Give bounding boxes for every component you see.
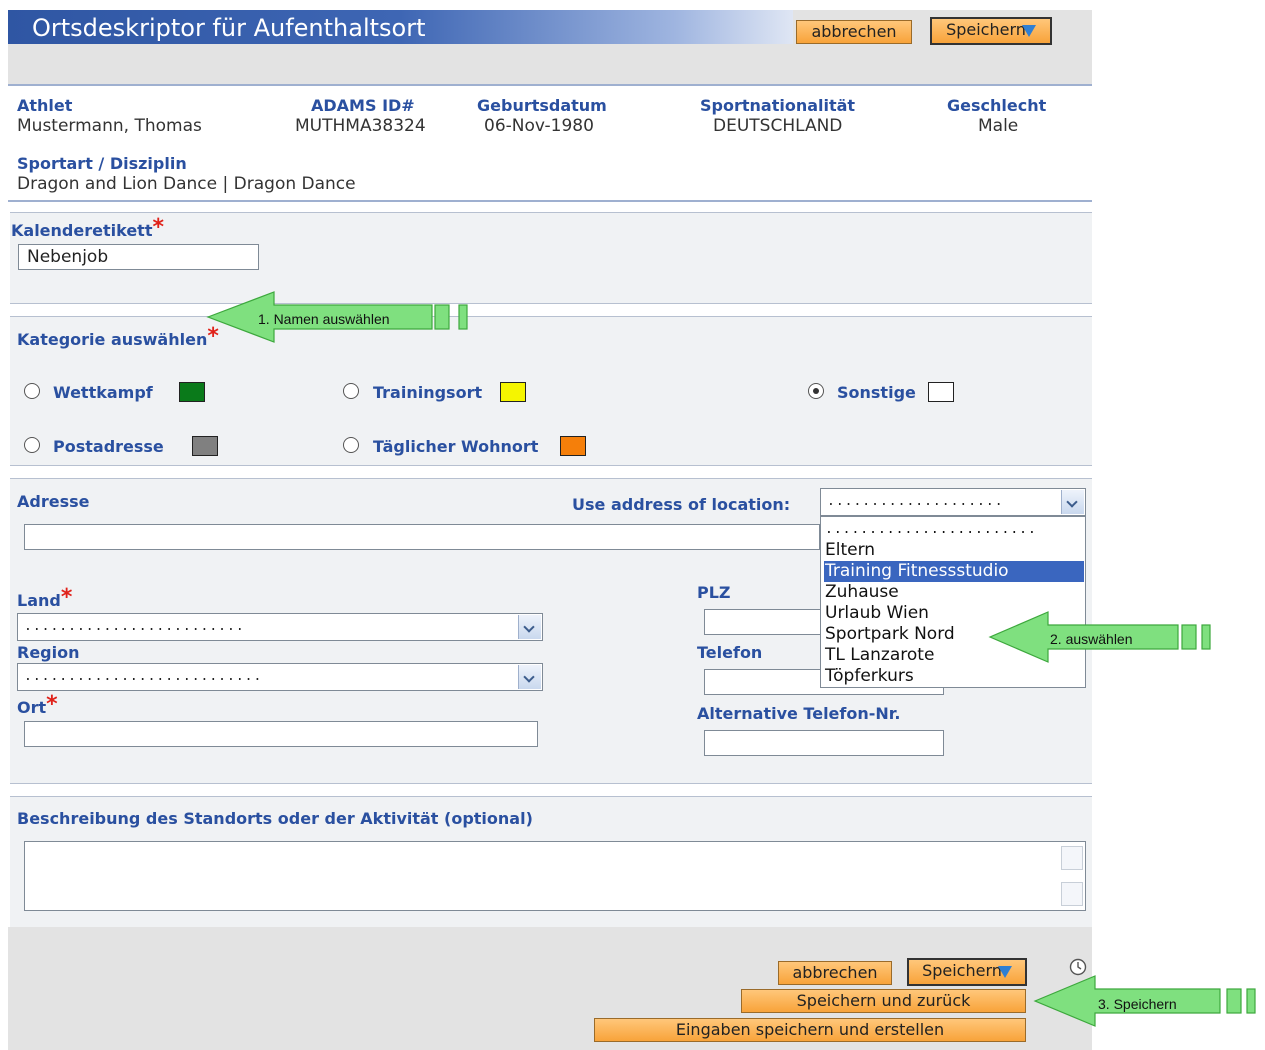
ort-input[interactable]: [24, 721, 538, 747]
adams-value: MUTHMA38324: [295, 116, 426, 136]
sport-value: Dragon and Lion Dance | Dragon Dance: [17, 174, 356, 194]
page-title: Ortsdeskriptor für Aufenthaltsort: [32, 14, 426, 42]
alt-telefon-label: Alternative Telefon-Nr.: [697, 704, 901, 723]
trainingsort-color-swatch: [500, 382, 526, 402]
chevron-down-icon[interactable]: [518, 665, 541, 689]
alt-telefon-input[interactable]: [704, 730, 944, 756]
trainingsort-label: Trainingsort: [373, 383, 483, 402]
plz-label: PLZ: [697, 583, 731, 602]
annotation-step-1: 1. Namen auswählen: [258, 311, 390, 327]
dropdown-option[interactable]: Eltern: [824, 540, 1084, 561]
postadresse-color-swatch: [192, 436, 218, 456]
postadresse-label: Postadresse: [53, 437, 164, 456]
wettkampf-label: Wettkampf: [53, 383, 153, 402]
radio-trainingsort[interactable]: [343, 383, 359, 399]
radio-wettkampf[interactable]: [24, 383, 40, 399]
category-label: Kategorie auswählen*: [17, 324, 219, 350]
taeglicher-wohnort-label: Täglicher Wohnort: [373, 437, 539, 456]
save-and-back-button[interactable]: Speichern und zurück: [741, 989, 1026, 1013]
radio-sonstige[interactable]: [808, 383, 824, 399]
sonstige-color-swatch: [928, 382, 954, 402]
calendar-label-input[interactable]: Nebenjob: [18, 244, 259, 270]
address-label: Adresse: [17, 492, 90, 511]
dropdown-option-selected[interactable]: Training Fitnessstudio: [824, 561, 1084, 582]
telefon-label: Telefon: [697, 643, 763, 662]
scroll-up-icon[interactable]: [1061, 846, 1083, 870]
region-select[interactable]: ...........................: [17, 663, 543, 691]
birth-value: 06-Nov-1980: [484, 116, 594, 136]
address-input[interactable]: [24, 524, 820, 550]
ort-label: Ort*: [17, 692, 58, 718]
radio-postadresse[interactable]: [24, 437, 40, 453]
chevron-down-icon[interactable]: [518, 615, 541, 639]
dropdown-option[interactable]: Töpferkurs: [824, 666, 1084, 687]
save-button-bottom[interactable]: Speichern: [907, 958, 1027, 986]
dropdown-arrow-icon: [1021, 24, 1036, 37]
taeglicher-wohnort-color-swatch: [560, 436, 586, 456]
birth-label: Geburtsdatum: [477, 96, 607, 115]
use-location-select[interactable]: ....................: [820, 488, 1086, 516]
description-textarea[interactable]: [24, 841, 1086, 911]
annotation-step-3: 3. Speichern: [1098, 996, 1177, 1012]
dropdown-option[interactable]: Zuhause: [824, 582, 1084, 603]
description-label: Beschreibung des Standorts oder der Akti…: [17, 809, 533, 828]
calendar-label: Kalenderetikett*: [11, 215, 164, 241]
gender-label: Geschlecht: [947, 96, 1047, 115]
chevron-down-icon[interactable]: [1061, 490, 1084, 514]
athlet-label: Athlet: [17, 96, 73, 115]
use-location-label: Use address of location:: [572, 495, 791, 514]
save-button-top[interactable]: Speichern: [930, 17, 1052, 45]
radio-taeglicher-wohnort[interactable]: [343, 437, 359, 453]
region-label: Region: [17, 643, 80, 662]
athlet-value: Mustermann, Thomas: [17, 116, 202, 136]
nation-value: DEUTSCHLAND: [713, 116, 843, 136]
dropdown-arrow-icon: [997, 965, 1012, 978]
wettkampf-color-swatch: [179, 382, 205, 402]
dropdown-option[interactable]: ........................: [824, 519, 1084, 540]
adams-label: ADAMS ID#: [311, 96, 415, 115]
scroll-down-icon[interactable]: [1061, 882, 1083, 906]
annotation-step-2: 2. auswählen: [1050, 631, 1133, 647]
gender-value: Male: [978, 116, 1019, 136]
cancel-button-bottom[interactable]: abbrechen: [778, 961, 892, 985]
sonstige-label: Sonstige: [837, 383, 916, 402]
save-and-create-button[interactable]: Eingaben speichern und erstellen: [594, 1018, 1026, 1042]
land-label: Land*: [17, 585, 73, 611]
land-select[interactable]: .........................: [17, 613, 543, 641]
sport-label: Sportart / Disziplin: [17, 154, 187, 173]
nation-label: Sportnationalität: [700, 96, 856, 115]
cancel-button-top[interactable]: abbrechen: [796, 20, 912, 44]
header-band: [8, 44, 1092, 84]
